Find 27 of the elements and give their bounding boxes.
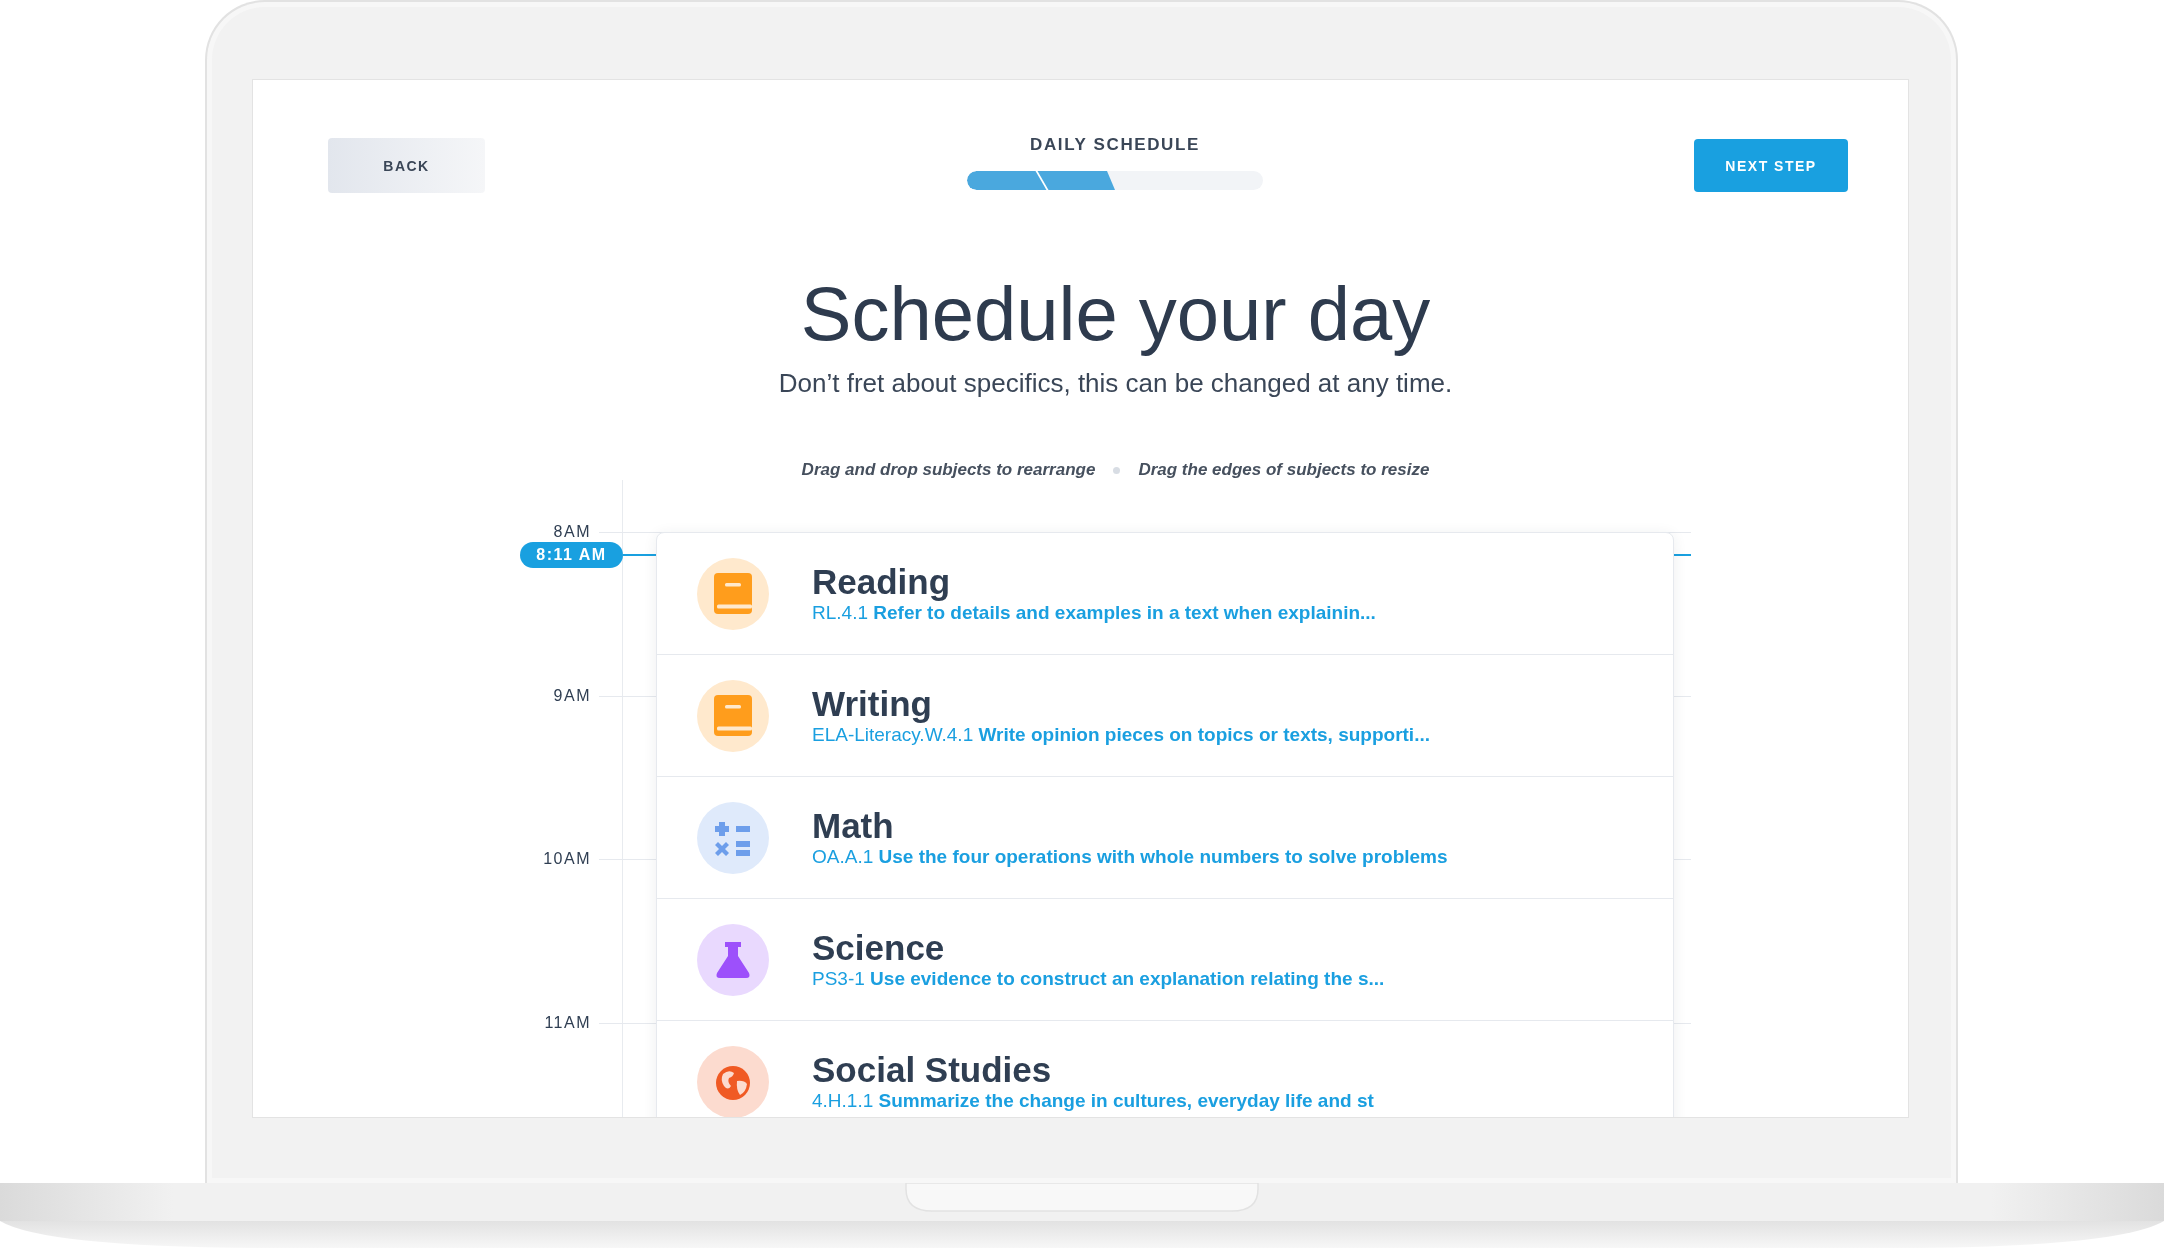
page-subheading: Don’t fret about specifics, this can be changed at any time. bbox=[778, 367, 1453, 400]
subject-card[interactable]: Reading RL.4.1 Refer to details and examples in a text when explainin... bbox=[657, 533, 1673, 655]
subject-title: Social Studies bbox=[812, 1050, 1053, 1089]
back-button[interactable]: BACK bbox=[328, 138, 485, 193]
hint-text: Drag and drop subjects to rearrange bbox=[801, 460, 1096, 480]
subject-standard: 4.H.1.1 Summarize the change in cultures, everyday life and st bbox=[812, 1088, 1374, 1113]
subject-standard: PS3-1 Use evidence to construct an explanation relating the s... bbox=[812, 966, 1385, 991]
subject-standard: OA.A.1 Use the four operations with whole numbers to solve problems bbox=[812, 844, 1448, 869]
hour-label: 9AM bbox=[552, 685, 591, 706]
subject-card[interactable]: Science PS3-1 Use evidence to construct an explanation relating the s... bbox=[657, 899, 1673, 1021]
subject-standard: RL.4.1 Refer to details and examples in a text when explainin... bbox=[812, 601, 1376, 625]
current-time-badge: 8:11 AM bbox=[520, 542, 623, 568]
hour-label: 11AM bbox=[543, 1012, 591, 1033]
hint-text: Drag the edges of subjects to resize bbox=[1138, 460, 1430, 480]
subject-title: Reading bbox=[812, 562, 952, 601]
subject-standard: ELA-Literacy.W.4.1 Write opinion pieces on topics or texts, supporti... bbox=[812, 723, 1430, 747]
subject-title: Science bbox=[812, 928, 946, 967]
subject-title: Writing bbox=[812, 684, 933, 723]
separator-dot-icon bbox=[1113, 466, 1121, 474]
hour-label: 10AM bbox=[542, 849, 591, 869]
page-heading: Schedule your day bbox=[800, 270, 1431, 358]
step-title: DAILY SCHEDULE bbox=[1030, 135, 1200, 155]
subject-card[interactable]: Math OA.A.1 Use the four operations with whole numbers to solve problems bbox=[657, 777, 1673, 899]
subject-title: Math bbox=[812, 806, 895, 845]
subject-card[interactable]: Social Studies 4.H.1.1 Summarize the change in cultures, everyday life and st bbox=[657, 1021, 1673, 1117]
subject-card[interactable]: Writing ELA-Literacy.W.4.1 Write opinion pieces on topics or texts, supporti... bbox=[657, 655, 1673, 777]
hour-label: 8AM bbox=[552, 522, 591, 542]
